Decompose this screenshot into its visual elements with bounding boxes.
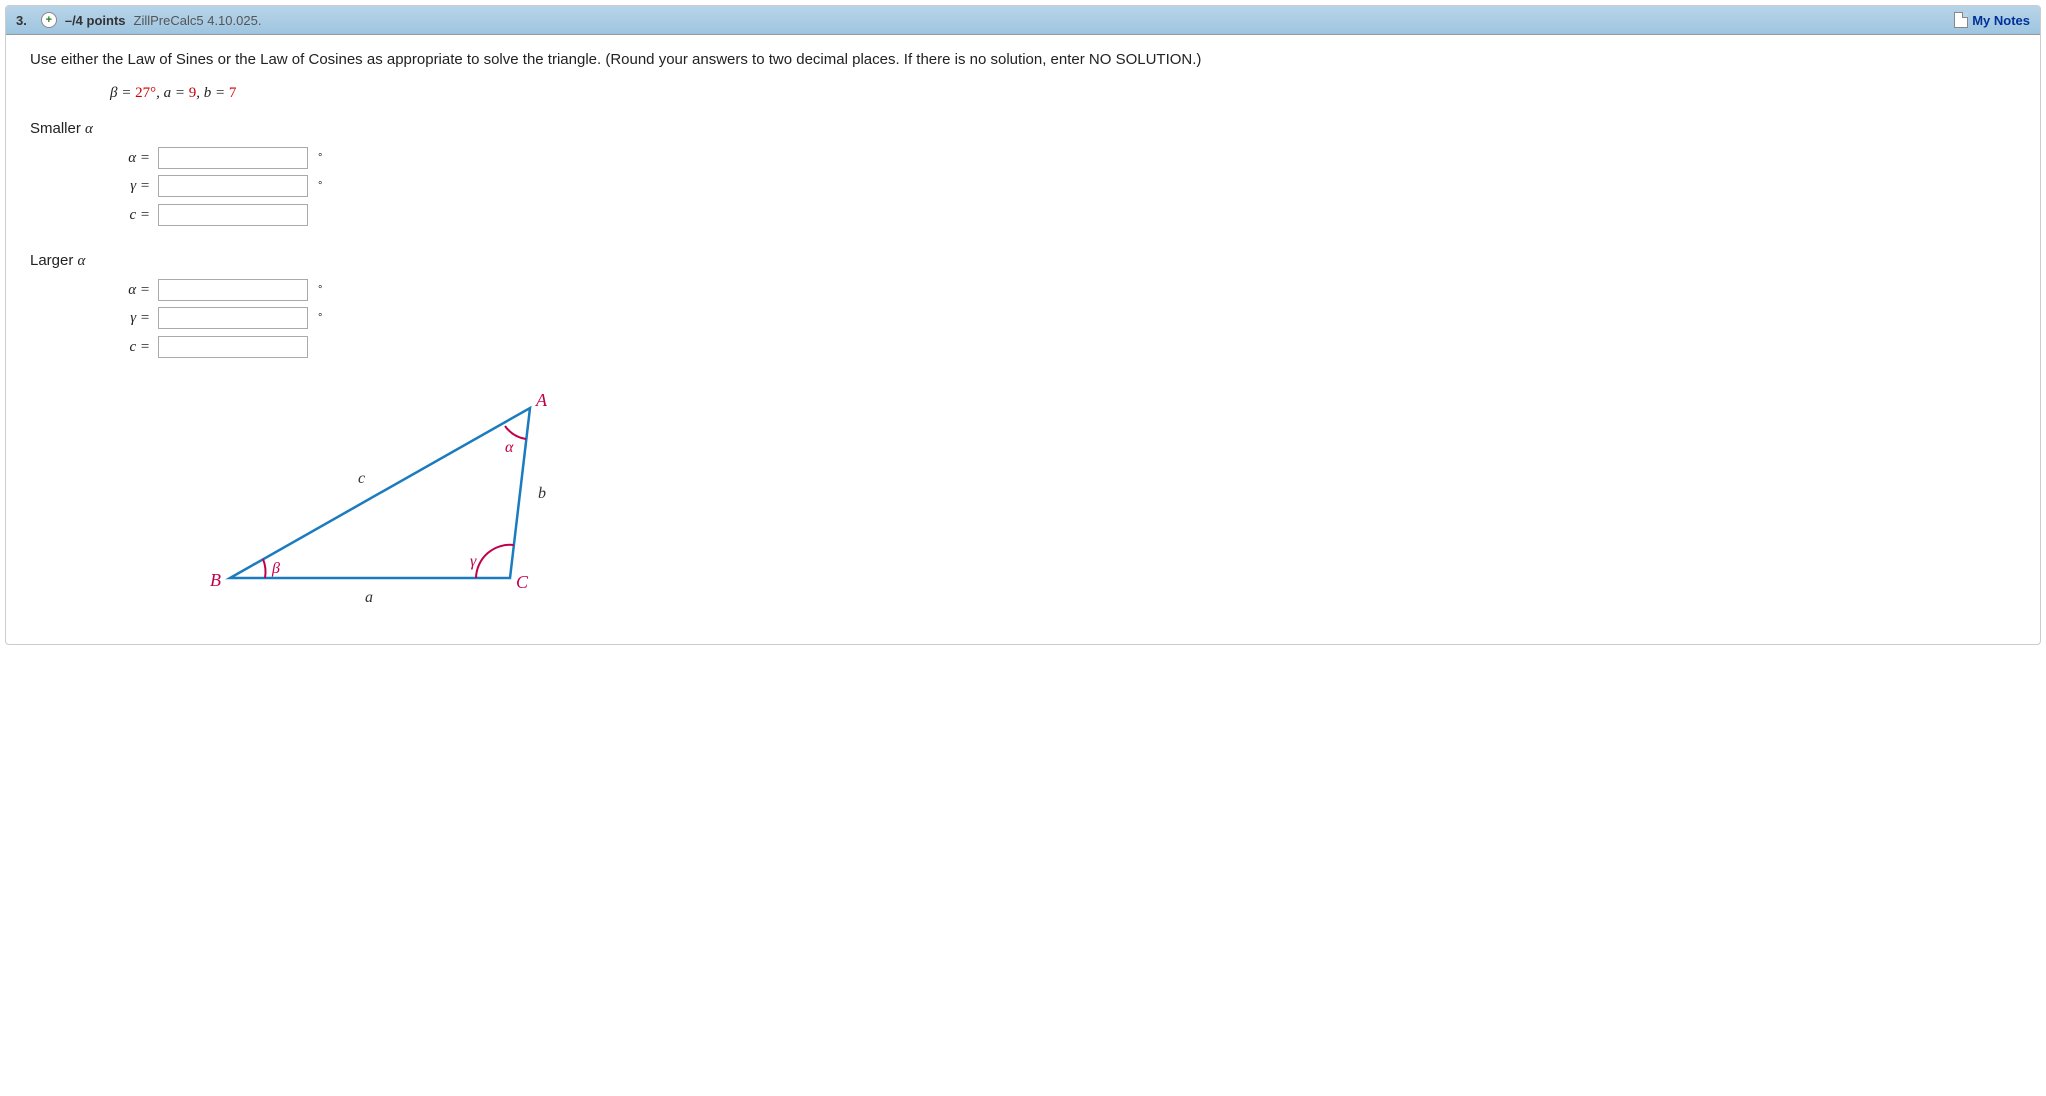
vertex-c: C	[516, 572, 529, 592]
smaller-alpha-row: α = °	[110, 147, 2016, 170]
smaller-gamma-input[interactable]	[158, 175, 308, 197]
smaller-var: α	[85, 121, 93, 137]
instructions-text: Use either the Law of Sines or the Law o…	[30, 49, 2016, 72]
my-notes-button[interactable]: My Notes	[1954, 12, 2030, 28]
larger-var: α	[78, 253, 86, 269]
triangle-svg: A B C a b c α β γ	[210, 388, 590, 618]
larger-alpha-input[interactable]	[158, 279, 308, 301]
larger-gamma-input[interactable]	[158, 307, 308, 329]
smaller-prefix: Smaller	[30, 120, 85, 137]
b-val: 7	[229, 85, 237, 101]
question-container: 3. + –/4 points ZillPreCalc5 4.10.025. M…	[5, 5, 2041, 645]
degree-symbol: °	[318, 178, 322, 195]
smaller-c-input[interactable]	[158, 204, 308, 226]
beta-arc	[263, 559, 266, 578]
larger-alpha-row: α = °	[110, 279, 2016, 302]
alpha-arc	[505, 426, 526, 439]
angle-gamma: γ	[470, 553, 477, 570]
expand-icon[interactable]: +	[41, 12, 57, 28]
larger-prefix: Larger	[30, 252, 78, 269]
beta-lhs: β =	[110, 85, 131, 101]
triangle-diagram: A B C a b c α β γ	[210, 388, 2016, 626]
larger-alpha-label: α =	[110, 279, 150, 302]
smaller-gamma-row: γ = °	[110, 175, 2016, 198]
side-b: b	[538, 485, 546, 502]
larger-gamma-label: γ =	[110, 307, 150, 330]
degree-symbol: °	[318, 150, 322, 167]
smaller-alpha-input[interactable]	[158, 147, 308, 169]
given-values: β = 27°, a = 9, b = 7	[110, 82, 2016, 105]
smaller-alpha-label: α =	[110, 147, 150, 170]
beta-val: 27°	[135, 85, 156, 101]
smaller-c-row: c =	[110, 204, 2016, 227]
larger-c-row: c =	[110, 336, 2016, 359]
larger-c-input[interactable]	[158, 336, 308, 358]
smaller-answer-rows: α = ° γ = ° c =	[110, 147, 2016, 227]
smaller-section-label: Smaller α	[30, 118, 2016, 141]
gamma-arc	[476, 545, 514, 578]
question-body: Use either the Law of Sines or the Law o…	[6, 35, 2040, 644]
triangle-outline	[230, 408, 530, 578]
larger-answer-rows: α = ° γ = ° c =	[110, 279, 2016, 359]
question-header: 3. + –/4 points ZillPreCalc5 4.10.025. M…	[6, 6, 2040, 35]
angle-beta: β	[271, 560, 280, 577]
larger-section-label: Larger α	[30, 250, 2016, 273]
my-notes-label: My Notes	[1972, 13, 2030, 28]
sep1: , a =	[156, 85, 185, 101]
vertex-a: A	[535, 390, 548, 410]
degree-symbol: °	[318, 310, 322, 327]
smaller-gamma-label: γ =	[110, 175, 150, 198]
points-label: –/4 points	[65, 13, 126, 28]
angle-alpha: α	[505, 439, 514, 456]
larger-gamma-row: γ = °	[110, 307, 2016, 330]
smaller-c-label: c =	[110, 204, 150, 227]
note-icon	[1954, 12, 1968, 28]
question-number: 3.	[16, 13, 27, 28]
degree-symbol: °	[318, 282, 322, 299]
larger-c-label: c =	[110, 336, 150, 359]
side-c: c	[358, 470, 365, 487]
vertex-b: B	[210, 570, 221, 590]
question-reference: ZillPreCalc5 4.10.025.	[134, 13, 262, 28]
side-a: a	[365, 589, 373, 606]
sep2: , b =	[196, 85, 225, 101]
